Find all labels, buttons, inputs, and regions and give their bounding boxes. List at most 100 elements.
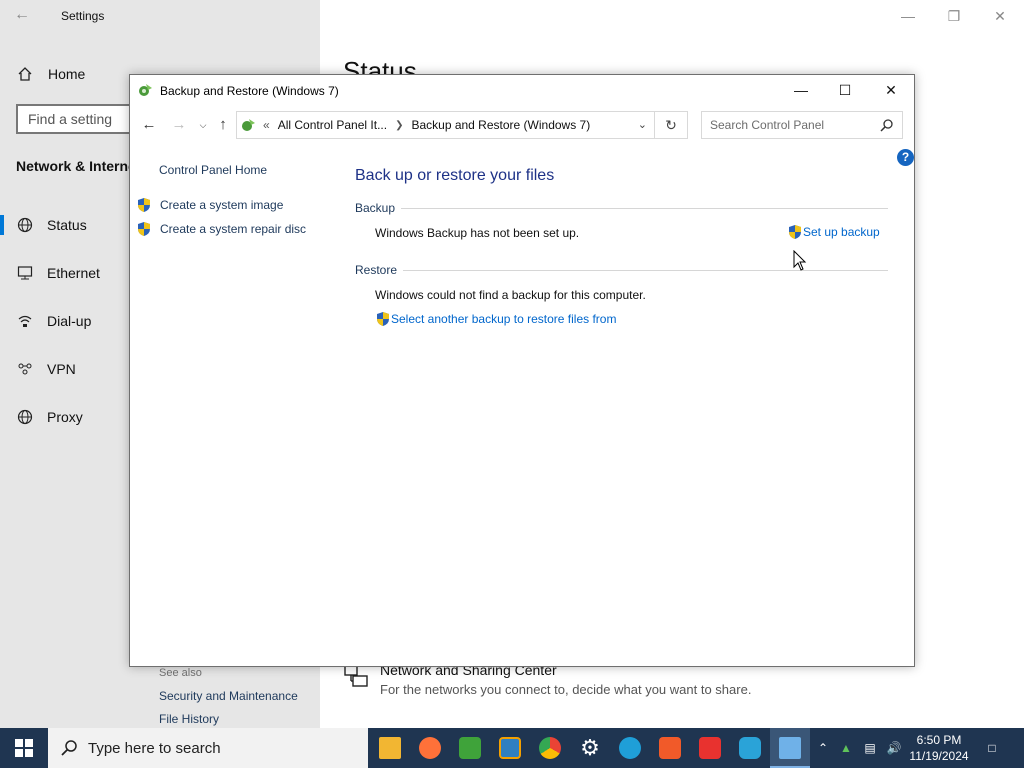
window-title: Backup and Restore (Windows 7) (160, 84, 339, 98)
minimize-icon[interactable]: — (898, 6, 918, 26)
security-maintenance-link[interactable]: Security and Maintenance (159, 689, 298, 703)
file-explorer-icon[interactable] (370, 728, 410, 768)
nav-vpn[interactable]: VPN (0, 351, 128, 387)
taskbar-search-box[interactable]: Type here to search (48, 728, 368, 768)
windows-logo-icon (15, 739, 33, 757)
volume-icon[interactable]: 🔊 (884, 728, 904, 768)
help-icon[interactable]: ? (897, 149, 914, 166)
page-heading: Back up or restore your files (355, 167, 555, 184)
ccleaner-icon[interactable] (730, 728, 770, 768)
select-another-backup-label: Select another backup to restore files f… (391, 312, 617, 326)
recent-pages-chevron-icon[interactable]: ⌵ (193, 115, 213, 135)
breadcrumb-separator-icon[interactable]: ❯ (395, 120, 403, 131)
search-icon[interactable] (880, 118, 894, 132)
search-icon (61, 740, 77, 756)
address-bar-row: ← → ⌵ ↑ « All Control Panel It... ❯ Back… (130, 109, 914, 141)
uac-shield-icon (377, 312, 389, 326)
search-input[interactable] (710, 118, 870, 132)
firefox-icon[interactable] (410, 728, 450, 768)
back-arrow-icon[interactable]: ← (14, 6, 34, 26)
divider (401, 207, 888, 209)
nav-label: Proxy (47, 409, 83, 425)
address-dropdown-icon[interactable]: ⌄ (638, 118, 647, 131)
ethernet-icon (17, 266, 33, 280)
up-arrow-icon[interactable]: ↑ (213, 115, 233, 135)
nav-status[interactable]: Status (0, 207, 128, 243)
globe-icon (17, 217, 33, 233)
set-up-backup-label: Set up backup (803, 225, 880, 239)
find-setting-placeholder: Find a setting (28, 111, 113, 127)
chrome-icon[interactable] (530, 728, 570, 768)
nav-dialup[interactable]: Dial-up (0, 303, 128, 339)
nav-label: Ethernet (47, 265, 100, 281)
breadcrumb-backup-restore[interactable]: Backup and Restore (Windows 7) (411, 118, 590, 132)
restore-label: Restore (355, 263, 398, 277)
clock-date: 11/19/2024 (909, 749, 969, 763)
settings-home[interactable]: Home (16, 62, 85, 86)
nav-ethernet[interactable]: Ethernet (0, 255, 128, 291)
forward-arrow-icon[interactable]: → (169, 115, 189, 135)
control-panel-icon (242, 119, 255, 131)
backup-label: Backup (355, 201, 396, 215)
network-icon[interactable]: ▤ (860, 728, 880, 768)
create-repair-disc-link[interactable]: Create a system repair disc (136, 221, 306, 237)
mouse-pointer-icon (793, 250, 807, 271)
restore-group-header: Restore (355, 263, 888, 277)
people-icon[interactable] (450, 728, 490, 768)
control-panel-home-link[interactable]: Control Panel Home (159, 163, 267, 177)
settings-gear-icon[interactable]: ⚙ (570, 728, 610, 768)
network-sharing-center-link[interactable]: Network and Sharing Center For the netwo… (342, 662, 751, 697)
taskbar-search-placeholder: Type here to search (88, 739, 221, 757)
find-setting-input[interactable]: Find a setting (16, 104, 146, 134)
network-sharing-subtitle: For the networks you connect to, decide … (380, 682, 752, 697)
notifications-icon[interactable]: □ (980, 728, 1004, 768)
nav-proxy[interactable]: Proxy (0, 399, 128, 435)
create-system-image-label: Create a system image (160, 198, 284, 212)
task-pane: Control Panel Home Create a system image… (130, 155, 340, 726)
dialup-icon (18, 315, 32, 327)
home-icon (18, 67, 32, 81)
create-system-image-link[interactable]: Create a system image (136, 197, 283, 213)
refresh-icon[interactable]: ↻ (654, 112, 687, 138)
address-box[interactable]: « All Control Panel It... ❯ Backup and R… (236, 111, 688, 139)
section-title: Network & Internet (16, 158, 141, 174)
uac-shield-icon (138, 198, 150, 212)
tray-app-icon[interactable]: ▲ (836, 728, 856, 768)
settings-title: Settings (61, 9, 105, 23)
breadcrumb-all-control-panel[interactable]: All Control Panel It... (278, 118, 387, 132)
control-panel-taskbar-icon[interactable] (770, 728, 810, 768)
close-icon[interactable]: ✕ (868, 75, 914, 105)
start-button[interactable] (0, 728, 48, 768)
maximize-icon[interactable]: ☐ (822, 75, 868, 105)
clock-time: 6:50 PM (916, 733, 962, 747)
select-another-backup-link[interactable]: Select another backup to restore files f… (375, 311, 616, 327)
clock[interactable]: 6:50 PM 11/19/2024 (904, 732, 974, 764)
see-also-label: See also (159, 667, 202, 679)
vpn-icon (18, 363, 32, 375)
back-arrow-icon[interactable]: ← (139, 115, 159, 135)
restore-icon[interactable]: ❐ (944, 6, 964, 26)
backup-restore-window: Backup and Restore (Windows 7) — ☐ ✕ ← →… (129, 74, 915, 726)
uac-shield-icon (138, 222, 150, 236)
create-repair-disc-label: Create a system repair disc (160, 222, 307, 236)
nav-label: Status (47, 217, 87, 233)
file-history-link[interactable]: File History (159, 712, 219, 726)
backup-restore-icon (139, 84, 152, 96)
settings-titlebar: ← Settings — ❐ ✕ (0, 0, 1024, 32)
anydesk-icon[interactable] (690, 728, 730, 768)
restore-status-message: Windows could not find a backup for this… (375, 288, 646, 302)
close-icon[interactable]: ✕ (990, 6, 1010, 26)
virtualbox-icon[interactable] (490, 728, 530, 768)
set-up-backup-link[interactable]: Set up backup (787, 224, 880, 240)
show-hidden-icons-chevron-icon[interactable]: ⌃ (814, 728, 832, 768)
minimize-icon[interactable]: — (778, 75, 824, 105)
breadcrumb-overflow[interactable]: « (263, 118, 270, 132)
window-titlebar[interactable]: Backup and Restore (Windows 7) — ☐ ✕ (130, 75, 914, 105)
backup-status-message: Windows Backup has not been set up. (375, 226, 580, 240)
search-control-panel[interactable] (701, 111, 903, 139)
home-label: Home (48, 66, 86, 82)
nav-label: Dial-up (47, 313, 92, 329)
uac-shield-icon (789, 225, 801, 239)
brave-icon[interactable] (650, 728, 690, 768)
edge-icon[interactable] (610, 728, 650, 768)
